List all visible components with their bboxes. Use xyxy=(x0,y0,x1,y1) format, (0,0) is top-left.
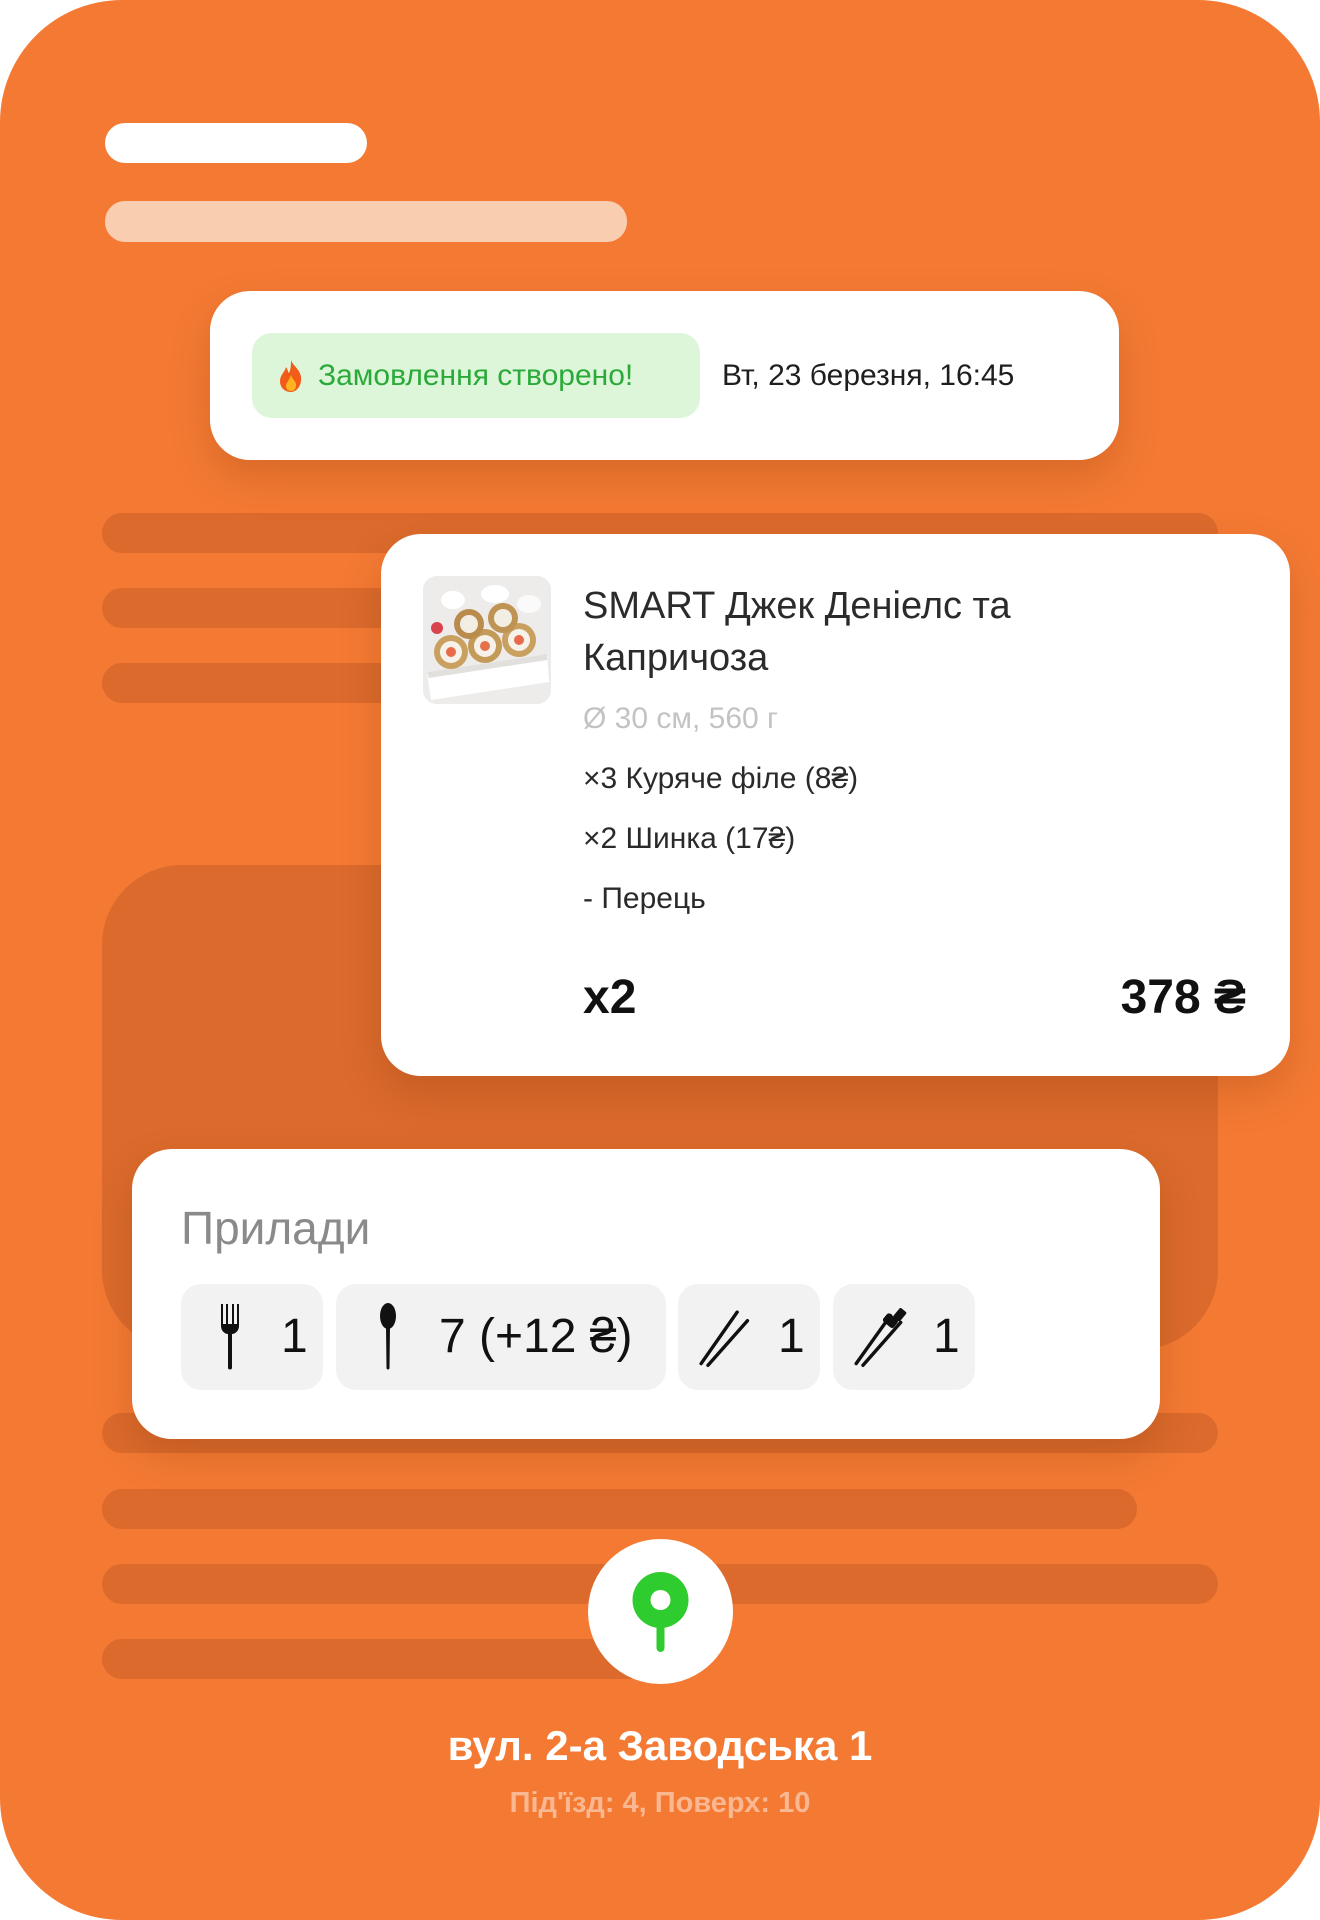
product-price: 378 ₴ xyxy=(1120,971,1246,1024)
utensil-chip-chopsticks[interactable]: 1 xyxy=(678,1284,820,1390)
fire-icon xyxy=(280,359,302,392)
spoon-icon xyxy=(380,1303,396,1370)
order-datetime: Вт, 23 березня, 16:45 xyxy=(722,359,1015,392)
order-status-label: Замовлення створено! xyxy=(318,358,634,392)
product-card[interactable]: SMART Джек Деніелс та Капричоза Ø 30 см,… xyxy=(381,534,1290,1076)
app-screen: Замовлення створено! Вт, 23 березня, 16:… xyxy=(0,0,1320,1920)
product-modifier: - Перець xyxy=(583,882,706,915)
location-pin-icon xyxy=(632,1572,689,1652)
delivery-address-details: Під'їзд: 4, Поверх: 10 xyxy=(509,1787,811,1819)
skeleton-title-bar xyxy=(105,123,367,163)
product-quantity: x2 xyxy=(583,971,637,1024)
product-modifier: ×3 Куряче філе (8₴) xyxy=(583,762,859,795)
utensil-count: 1 xyxy=(933,1310,960,1363)
product-size-weight: Ø 30 см, 560 г xyxy=(583,702,778,735)
location-marker xyxy=(588,1539,733,1684)
chopsticks-icon xyxy=(699,1310,750,1367)
utensil-count: 1 xyxy=(778,1310,805,1363)
training-chopsticks-icon xyxy=(854,1308,907,1367)
fork-icon xyxy=(221,1304,239,1370)
utensils-title: Прилади xyxy=(181,1202,371,1254)
order-created-badge: Замовлення створено! xyxy=(252,333,700,418)
utensil-chip-training-chopsticks[interactable]: 1 xyxy=(833,1284,975,1390)
order-status-card: Замовлення створено! Вт, 23 березня, 16:… xyxy=(210,291,1119,460)
product-image xyxy=(423,576,551,704)
product-modifier: ×2 Шинка (17₴) xyxy=(583,822,796,855)
sushi-roll-photo xyxy=(423,576,551,704)
skeleton-line xyxy=(102,1489,1137,1529)
utensil-chip-spoon[interactable]: 7 (+12 ₴) xyxy=(336,1284,666,1390)
utensil-chip-fork[interactable]: 1 xyxy=(181,1284,323,1390)
delivery-address: вул. 2-а Заводська 1 xyxy=(447,1722,873,1769)
utensil-count: 7 (+12 ₴) xyxy=(439,1310,633,1363)
product-title: SMART Джек Деніелс та Капричоза xyxy=(583,585,1011,679)
skeleton-subtitle-bar xyxy=(105,201,627,242)
utensil-count: 1 xyxy=(281,1310,308,1363)
utensils-card: Прилади 1 7 (+12 ₴) 1 1 xyxy=(132,1149,1160,1439)
skeleton-line xyxy=(102,1639,662,1679)
